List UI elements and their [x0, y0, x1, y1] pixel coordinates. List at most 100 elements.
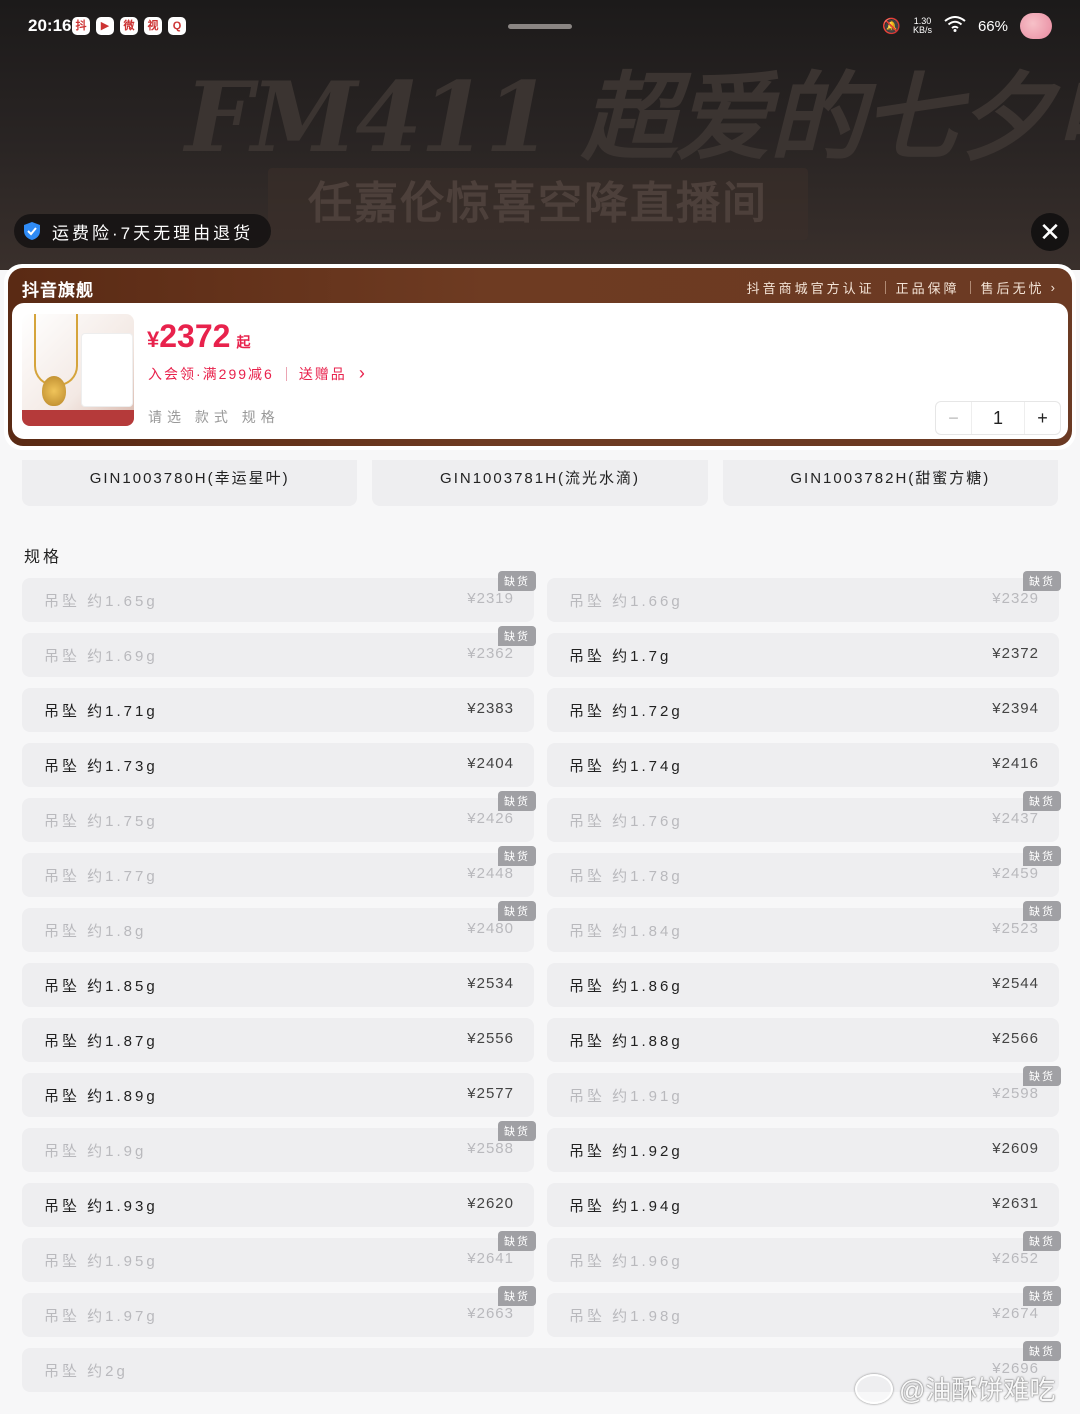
pendant — [42, 376, 66, 406]
spec-option[interactable]: 吊坠 约1.73g ¥2404 — [22, 743, 534, 787]
promo-row[interactable]: 入会领·满299减6 送赠品 › — [148, 363, 367, 384]
status-app-icons: 抖 ▶ 微 视 Q — [72, 17, 186, 35]
spec-price: ¥2416 — [992, 755, 1039, 772]
spec-label: 吊坠 约1.84g — [569, 923, 683, 940]
brand-name: 抖音旗舰 — [22, 281, 94, 300]
spec-price: ¥2577 — [467, 1085, 514, 1102]
spec-option[interactable]: 吊坠 约1.88g ¥2566 — [547, 1018, 1059, 1062]
spec-label: 吊坠 约1.77g — [44, 868, 158, 885]
spec-option[interactable]: 吊坠 约1.96g ¥2652 缺货 — [547, 1231, 1061, 1282]
style-option[interactable]: GIN1003782H(甜蜜方糖) — [722, 460, 1058, 506]
spec-label: 吊坠 约1.89g — [44, 1088, 158, 1105]
chevron-right-icon: › — [358, 363, 367, 383]
spec-option[interactable]: 吊坠 约1.93g ¥2620 — [22, 1183, 534, 1227]
spec-option[interactable]: 吊坠 约1.69g ¥2362 缺货 — [22, 626, 536, 677]
brand-certs[interactable]: 抖音商城官方认证 正品保障 售后无忧 › — [747, 278, 1058, 297]
spec-option[interactable]: 吊坠 约1.66g ¥2329 缺货 — [547, 571, 1061, 622]
spec-option[interactable]: 吊坠 约1.89g ¥2577 — [22, 1073, 534, 1117]
spec-price: ¥2372 — [992, 645, 1039, 662]
spec-option[interactable]: 吊坠 约1.98g ¥2674 缺货 — [547, 1286, 1061, 1337]
avatar — [1020, 13, 1052, 39]
spec-option[interactable]: 吊坠 约1.65g ¥2319 缺货 — [22, 571, 536, 622]
spec-option[interactable]: 吊坠 约1.74g ¥2416 — [547, 743, 1059, 787]
out-of-stock-badge: 缺货 — [1023, 1231, 1061, 1251]
spec-price: ¥2652 — [992, 1250, 1039, 1267]
spec-price: ¥2674 — [992, 1305, 1039, 1322]
spec-option[interactable]: 吊坠 约1.92g ¥2609 — [547, 1128, 1059, 1172]
gift-box — [82, 334, 132, 406]
spec-option[interactable]: 吊坠 约1.75g ¥2426 缺货 — [22, 791, 536, 842]
style-option[interactable]: GIN1003780H(幸运星叶) — [22, 460, 358, 506]
spec-price: ¥2523 — [992, 920, 1039, 937]
quantity-stepper: − 1 + — [935, 401, 1061, 435]
watermark: @油酥饼难吃 — [855, 1370, 1055, 1407]
spec-option[interactable]: 吊坠 约1.86g ¥2544 — [547, 963, 1059, 1007]
drag-handle[interactable] — [508, 24, 572, 29]
spec-price: ¥2480 — [467, 920, 514, 937]
spec-option[interactable]: 吊坠 约1.95g ¥2641 缺货 — [22, 1231, 536, 1282]
style-option[interactable]: GIN1003781H(流光水滴) — [372, 460, 708, 506]
spec-option[interactable]: 吊坠 约1.91g ¥2598 缺货 — [547, 1066, 1061, 1117]
spec-price: ¥2620 — [467, 1195, 514, 1212]
spec-option[interactable]: 吊坠 约1.8g ¥2480 缺货 — [22, 901, 536, 952]
promo-member: 入会领·满299减6 — [148, 365, 274, 382]
spec-label: 吊坠 约1.94g — [569, 1198, 683, 1215]
spec-price: ¥2394 — [992, 700, 1039, 717]
spec-label: 吊坠 约1.86g — [569, 978, 683, 995]
wifi-icon — [944, 16, 966, 36]
spec-option[interactable]: 吊坠 约1.97g ¥2663 缺货 — [22, 1286, 536, 1337]
spec-option[interactable]: 吊坠 约1.9g ¥2588 缺货 — [22, 1121, 536, 1172]
spec-option[interactable]: 吊坠 约1.87g ¥2556 — [22, 1018, 534, 1062]
spec-label: 吊坠 约1.91g — [569, 1088, 683, 1105]
spec-label: 吊坠 约1.72g — [569, 703, 683, 720]
spec-label: 吊坠 约1.76g — [569, 813, 683, 830]
spec-price: ¥2404 — [467, 755, 514, 772]
divider — [969, 281, 971, 294]
out-of-stock-badge: 缺货 — [1023, 1066, 1061, 1086]
divider — [285, 366, 287, 381]
divider — [884, 281, 886, 294]
spec-option[interactable]: 吊坠 约1.72g ¥2394 — [547, 688, 1059, 732]
spec-label: 吊坠 约1.69g — [44, 648, 158, 665]
network-speed-unit: KB/s — [912, 25, 932, 35]
spec-label: 吊坠 约1.93g — [44, 1198, 158, 1215]
out-of-stock-badge: 缺货 — [498, 791, 536, 811]
price-currency: ¥ — [147, 327, 160, 352]
spec-label: 吊坠 约1.9g — [44, 1143, 147, 1160]
product-image[interactable] — [22, 314, 134, 426]
out-of-stock-badge: 缺货 — [498, 571, 536, 591]
spec-price: ¥2588 — [467, 1140, 514, 1157]
spec-option[interactable]: 吊坠 约1.7g ¥2372 — [547, 633, 1059, 677]
network-speed: 1.30 KB/s — [913, 17, 932, 35]
battery-level: 66% — [977, 17, 1008, 35]
out-of-stock-badge: 缺货 — [1023, 791, 1061, 811]
quantity-value[interactable]: 1 — [971, 402, 1025, 434]
decrease-button[interactable]: − — [936, 402, 971, 434]
spec-price: ¥2631 — [992, 1195, 1039, 1212]
cert-genuine: 正品保障 — [895, 281, 960, 296]
spec-label: 吊坠 约1.96g — [569, 1253, 683, 1270]
app-notification-icon: 视 — [144, 17, 162, 35]
spec-option[interactable]: 吊坠 约1.85g ¥2534 — [22, 963, 534, 1007]
style-options: GIN1003780H(幸运星叶) GIN1003781H(流光水滴) GIN1… — [22, 460, 1058, 506]
increase-button[interactable]: + — [1025, 402, 1060, 434]
spec-price: ¥2319 — [467, 590, 514, 607]
box-base — [22, 410, 134, 426]
chevron-right-icon: › — [1050, 280, 1058, 295]
spec-option[interactable]: 吊坠 约1.76g ¥2437 缺货 — [547, 791, 1061, 842]
status-time: 20:16 — [28, 16, 72, 35]
spec-option[interactable]: 吊坠 约1.94g ¥2631 — [547, 1183, 1059, 1227]
close-icon: ✕ — [1039, 217, 1061, 247]
spec-option[interactable]: 吊坠 约1.71g ¥2383 — [22, 688, 534, 732]
spec-price: ¥2556 — [467, 1030, 514, 1047]
spec-label: 吊坠 约1.75g — [44, 813, 158, 830]
spec-price: ¥2362 — [467, 645, 514, 662]
spec-option[interactable]: 吊坠 约1.84g ¥2523 缺货 — [547, 901, 1061, 952]
weibo-icon — [855, 1373, 893, 1404]
spec-option[interactable]: 吊坠 约1.78g ¥2459 缺货 — [547, 846, 1061, 897]
insurance-badge[interactable]: 运费险·7天无理由退货 — [14, 214, 272, 248]
app-notification-icon: 微 — [120, 17, 138, 35]
out-of-stock-badge: 缺货 — [498, 901, 536, 921]
close-button[interactable]: ✕ — [1031, 213, 1069, 251]
spec-option[interactable]: 吊坠 约1.77g ¥2448 缺货 — [22, 846, 536, 897]
